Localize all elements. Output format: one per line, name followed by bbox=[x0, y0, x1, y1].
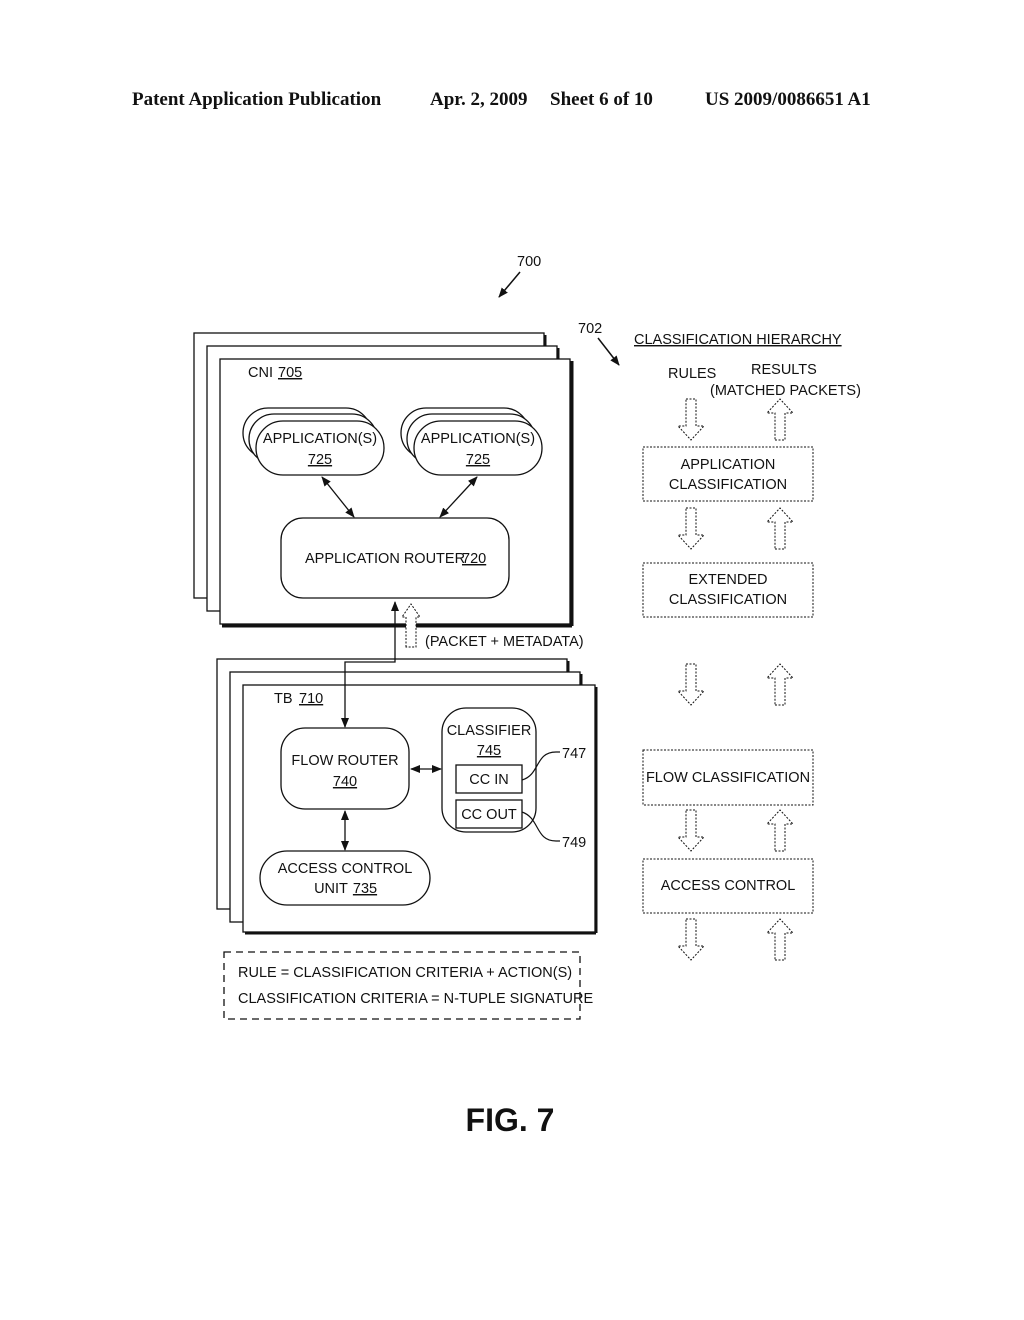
application-router-number: 720 bbox=[462, 551, 486, 567]
ref-749: 749 bbox=[562, 835, 586, 851]
cc-in-label: CC IN bbox=[469, 772, 508, 788]
level-4-line1: ACCESS CONTROL bbox=[661, 878, 796, 894]
level-1-line2: CLASSIFICATION bbox=[669, 477, 787, 493]
rules-down-arrow-icon bbox=[676, 507, 706, 550]
hierarchy-title: CLASSIFICATION HIERARCHY bbox=[634, 332, 842, 348]
level-1-line1: APPLICATION bbox=[681, 457, 776, 473]
rules-down-arrow-icon bbox=[676, 663, 706, 706]
application-router-label: APPLICATION ROUTER bbox=[305, 551, 465, 567]
cni-label: CNI bbox=[248, 365, 273, 381]
flow-router-number: 740 bbox=[333, 774, 357, 790]
cc-out-label: CC OUT bbox=[461, 807, 517, 823]
ref-702: 702 bbox=[578, 321, 602, 337]
results-sub-label: (MATCHED PACKETS) bbox=[710, 383, 861, 399]
classifier-label: CLASSIFIER bbox=[447, 723, 532, 739]
legend-line-2: CLASSIFICATION CRITERIA = N-TUPLE SIGNAT… bbox=[238, 991, 594, 1007]
results-label: RESULTS bbox=[751, 362, 817, 378]
results-up-arrow-icon bbox=[765, 918, 795, 961]
application-1-number: 725 bbox=[308, 452, 332, 468]
flow-router-label: FLOW ROUTER bbox=[291, 753, 398, 769]
application-2-label: APPLICATION(S) bbox=[421, 431, 535, 447]
classifier-number: 745 bbox=[477, 743, 501, 759]
results-up-arrow-icon bbox=[765, 398, 795, 441]
results-up-arrow-icon bbox=[765, 663, 795, 706]
results-up-arrow-icon bbox=[765, 507, 795, 550]
results-up-arrow-icon bbox=[765, 809, 795, 852]
rules-down-arrow-icon bbox=[676, 918, 706, 961]
figure-7-diagram: 700 CNI 705 APPLICATION(S) 725 APPLICATI… bbox=[193, 254, 861, 1138]
application-1-label: APPLICATION(S) bbox=[263, 431, 377, 447]
access-control-unit-line1: ACCESS CONTROL bbox=[278, 861, 413, 877]
ref-747: 747 bbox=[562, 746, 586, 762]
rules-down-arrow-icon bbox=[676, 398, 706, 441]
application-2-number: 725 bbox=[466, 452, 490, 468]
cni-number: 705 bbox=[278, 365, 302, 381]
ref-702-arrow bbox=[597, 337, 620, 366]
legend-line-1: RULE = CLASSIFICATION CRITERIA + ACTION(… bbox=[238, 965, 572, 981]
packet-metadata-label: (PACKET + METADATA) bbox=[425, 634, 584, 650]
level-2-line2: CLASSIFICATION bbox=[669, 592, 787, 608]
tb-label: TB bbox=[274, 691, 293, 707]
figure-caption: FIG. 7 bbox=[466, 1102, 555, 1138]
access-control-unit-number: 735 bbox=[353, 881, 377, 897]
tb-number: 710 bbox=[299, 691, 323, 707]
level-2-line1: EXTENDED bbox=[689, 572, 768, 588]
rules-label: RULES bbox=[668, 366, 716, 382]
ref-700-arrow bbox=[498, 271, 521, 298]
ref-700: 700 bbox=[517, 254, 541, 270]
access-control-unit-line2: UNIT bbox=[314, 881, 348, 897]
rules-down-arrow-icon bbox=[676, 809, 706, 852]
level-3-line1: FLOW CLASSIFICATION bbox=[646, 770, 810, 786]
legend-box bbox=[223, 951, 581, 1020]
